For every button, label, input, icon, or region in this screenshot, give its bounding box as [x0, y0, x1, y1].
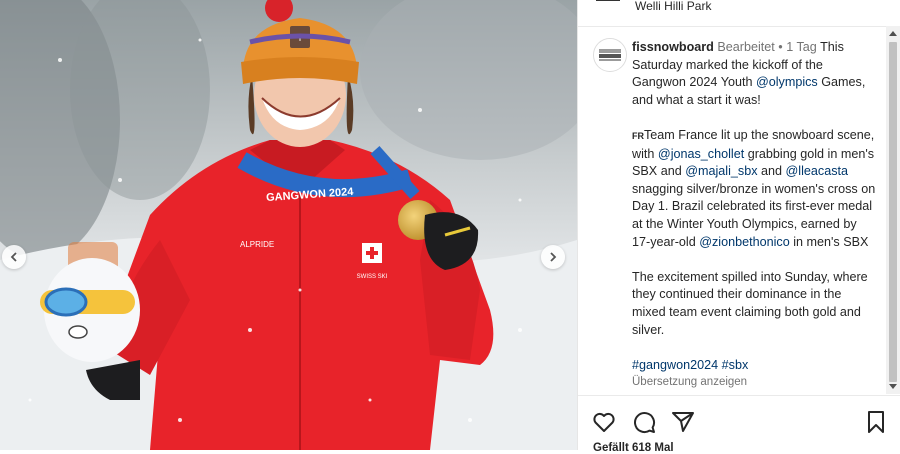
edited-label: Bearbeitet — [717, 40, 775, 54]
post-caption: fissnowboard Bearbeitet • 1 Tag This Sat… — [632, 39, 877, 392]
scroll-up-icon[interactable] — [889, 31, 897, 36]
fis-logo-icon — [594, 39, 626, 71]
next-image-button[interactable] — [541, 245, 565, 269]
hashtag-link[interactable]: #gangwon2024 — [632, 358, 718, 372]
chevron-left-icon — [10, 252, 17, 262]
scrollbar-thumb[interactable] — [889, 42, 897, 382]
scroll-down-icon[interactable] — [889, 384, 897, 389]
action-bar: Gefällt 618 Mal — [578, 395, 900, 454]
mention-link[interactable]: @zionbethonico — [699, 235, 790, 249]
france-flag-icon: FR — [632, 130, 644, 141]
translate-link[interactable]: Übersetzung anzeigen — [632, 374, 877, 392]
hashtag-link[interactable]: #sbx — [722, 358, 749, 372]
post-time[interactable]: 1 Tag — [786, 40, 817, 54]
caption-paragraph: The excitement spilled into Sunday, wher… — [632, 269, 868, 337]
post-details-panel: Welli Hilli Park fissnowboard Bearbeitet… — [577, 0, 900, 454]
meta-separator: • — [778, 40, 783, 54]
paper-plane-icon[interactable] — [671, 410, 695, 434]
mention-link[interactable]: @olympics — [756, 75, 818, 89]
mention-link[interactable]: @lleacasta — [786, 164, 849, 178]
post-location[interactable]: Welli Hilli Park — [635, 0, 711, 13]
avatar[interactable] — [593, 38, 627, 72]
post-image[interactable]: + GANGWON 2024 ALPRIDE SWISS SKI — [0, 0, 577, 450]
caption-scrollbar[interactable] — [886, 26, 900, 394]
comment-icon[interactable] — [632, 410, 656, 434]
snowboarder-photo: + GANGWON 2024 ALPRIDE SWISS SKI — [0, 0, 577, 450]
chevron-right-icon — [550, 252, 557, 262]
svg-text:ALPRIDE: ALPRIDE — [240, 240, 274, 249]
likes-count[interactable]: Gefällt 618 Mal — [593, 442, 674, 454]
heart-icon[interactable] — [592, 410, 616, 434]
post-header: Welli Hilli Park — [578, 0, 900, 27]
previous-image-button[interactable] — [2, 245, 26, 269]
mention-link[interactable]: @jonas_chollet — [658, 147, 744, 161]
caption-text: in men's SBX — [789, 234, 869, 249]
bookmark-icon[interactable] — [864, 410, 888, 434]
post-username[interactable]: fissnowboard — [632, 40, 714, 54]
mention-link[interactable]: @majali_sbx — [685, 164, 757, 178]
account-avatar-small[interactable] — [594, 0, 622, 4]
caption-area: fissnowboard Bearbeitet • 1 Tag This Sat… — [578, 26, 888, 394]
svg-text:SWISS SKI: SWISS SKI — [357, 274, 388, 280]
caption-text: and — [757, 164, 786, 179]
